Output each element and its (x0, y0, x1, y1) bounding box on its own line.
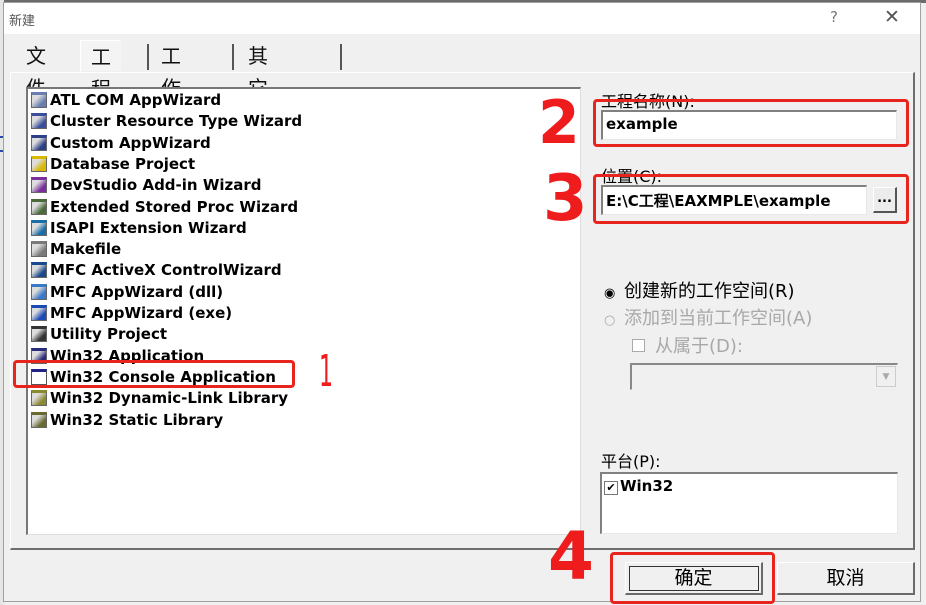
create-new-workspace-label: 创建新的工作空间(R) (624, 281, 795, 302)
cluster-wizard-icon (31, 113, 47, 130)
tab-files[interactable]: 文件 (16, 40, 56, 100)
annotation-highlight-1 (13, 360, 295, 388)
list-item-label: Win32 Dynamic-Link Library (50, 389, 289, 408)
tools-icon (31, 326, 47, 343)
annotation-highlight-4 (610, 552, 775, 604)
annotation-highlight-2 (593, 99, 909, 147)
list-item[interactable]: MFC AppWizard (dll) (31, 282, 223, 303)
list-item[interactable]: MFC ActiveX ControlWizard (31, 260, 282, 281)
platform-item-label: Win32 (620, 477, 674, 495)
project-type-list[interactable]: ATL COM AppWizard Cluster Resource Type W… (26, 87, 581, 535)
list-item[interactable]: Win32 Static Library (31, 410, 223, 431)
list-item-label: Win32 Static Library (50, 410, 224, 429)
add-to-current-workspace-radio[interactable]: ○ 添加到当前工作空间(A) (604, 304, 812, 330)
addin-wizard-icon (31, 177, 47, 194)
stored-proc-icon (31, 198, 47, 215)
annotation-step-1: 1 (319, 346, 333, 397)
activex-icon (31, 262, 47, 279)
list-item[interactable]: Cluster Resource Type Wizard (31, 111, 302, 132)
static-library-icon (31, 411, 47, 428)
custom-wizard-icon (31, 134, 47, 151)
list-item[interactable]: Makefile (31, 239, 121, 260)
dependency-checkbox[interactable]: 从属于(D): (632, 332, 743, 358)
annotation-step-2: 2 (538, 88, 580, 158)
dialog-title: 新建 (9, 14, 36, 29)
platform-item-win32[interactable]: ✔ Win32 (604, 477, 673, 495)
list-item[interactable]: ISAPI Extension Wizard (31, 218, 247, 239)
database-icon (31, 155, 47, 172)
tab-workspaces[interactable]: 工作区 (151, 40, 191, 132)
list-item-label: DevStudio Add-in Wizard (50, 176, 262, 195)
list-item[interactable]: Extended Stored Proc Wizard (31, 197, 298, 218)
create-new-workspace-radio[interactable]: ◉ 创建新的工作空间(R) (604, 277, 795, 303)
checkmark-icon[interactable]: ✔ (604, 481, 618, 495)
globe-icon (31, 219, 47, 236)
platform-label: 平台(P): (601, 452, 661, 471)
dependency-dropdown[interactable]: ▼ (630, 363, 898, 390)
list-item[interactable]: ATL COM AppWizard (31, 90, 221, 111)
dll-library-icon (31, 390, 47, 407)
list-item-label: MFC AppWizard (dll) (50, 282, 224, 301)
checkbox-icon (632, 339, 645, 352)
list-item-label: Extended Stored Proc Wizard (50, 197, 299, 216)
list-item-label: Cluster Resource Type Wizard (50, 112, 303, 131)
add-to-current-workspace-label: 添加到当前工作空间(A) (624, 308, 813, 329)
list-item-label: ATL COM AppWizard (50, 91, 222, 109)
radio-empty-icon: ○ (604, 313, 616, 328)
makefile-icon (31, 241, 47, 258)
tab-separator (147, 44, 149, 70)
mfc-dll-icon (31, 283, 47, 300)
annotation-step-3: 3 (543, 162, 588, 236)
chevron-down-icon[interactable]: ▼ (876, 366, 896, 387)
radio-selected-icon: ◉ (604, 286, 616, 301)
cancel-button[interactable]: 取消 (777, 562, 915, 595)
atl-wizard-icon (31, 92, 47, 108)
platform-list: ✔ Win32 (600, 472, 898, 534)
list-item-label: ISAPI Extension Wizard (50, 218, 247, 237)
annotation-highlight-3 (593, 174, 909, 224)
list-item[interactable]: MFC AppWizard (exe) (31, 303, 232, 324)
list-item[interactable]: Utility Project (31, 324, 167, 345)
tab-separator (232, 44, 234, 70)
annotation-step-4: 4 (548, 518, 594, 595)
list-item-label: MFC ActiveX ControlWizard (50, 261, 282, 280)
list-item-label: Custom AppWizard (50, 133, 211, 152)
tab-other-documents[interactable]: 其它文档 (238, 40, 278, 164)
list-item[interactable]: Database Project (31, 154, 195, 175)
tab-projects[interactable]: 工程 (80, 40, 121, 101)
tab-separator (340, 44, 342, 70)
dependency-label: 从属于(D): (655, 336, 743, 357)
help-button[interactable]: ? (830, 8, 838, 26)
mfc-exe-icon (31, 305, 47, 321)
title-bar: 新建 ? ✕ (4, 3, 920, 34)
list-item-label: Makefile (50, 240, 122, 259)
list-item-label: MFC AppWizard (exe) (50, 304, 233, 322)
list-item-label: Utility Project (50, 325, 168, 344)
list-item[interactable]: Custom AppWizard (31, 133, 211, 154)
list-item[interactable]: DevStudio Add-in Wizard (31, 175, 262, 196)
list-item-label: Database Project (50, 154, 196, 173)
list-item[interactable]: Win32 Dynamic-Link Library (31, 388, 288, 409)
close-button[interactable]: ✕ (884, 6, 900, 28)
